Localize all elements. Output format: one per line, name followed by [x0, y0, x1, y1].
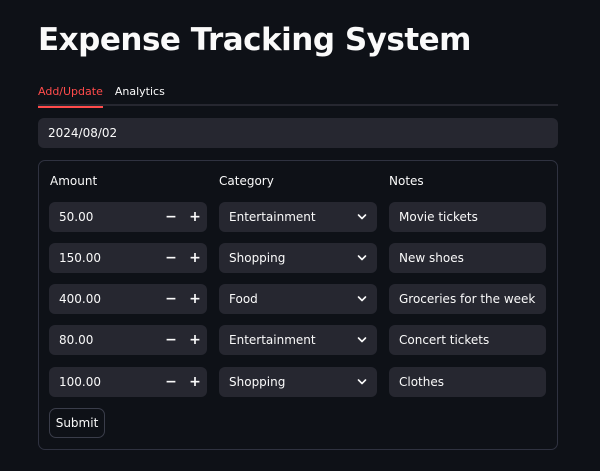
- amount-value: 400.00: [59, 292, 101, 306]
- category-column-label: Category: [219, 174, 274, 188]
- amount-stepper[interactable]: 100.00 − +: [49, 367, 207, 397]
- category-select[interactable]: Food: [219, 284, 377, 314]
- app-page: Expense Tracking System Add/Update Analy…: [0, 0, 600, 471]
- category-value: Entertainment: [229, 210, 316, 224]
- tab-bar: Add/Update Analytics: [38, 84, 558, 108]
- amount-column-label: Amount: [50, 174, 98, 188]
- category-value: Food: [229, 292, 258, 306]
- notes-input[interactable]: Concert tickets: [389, 325, 546, 355]
- notes-input[interactable]: Clothes: [389, 367, 546, 397]
- increment-button[interactable]: +: [186, 367, 204, 397]
- category-select[interactable]: Shopping: [219, 243, 377, 273]
- page-title: Expense Tracking System: [38, 22, 471, 58]
- increment-button[interactable]: +: [186, 325, 204, 355]
- category-select[interactable]: Entertainment: [219, 202, 377, 232]
- tab-analytics[interactable]: Analytics: [115, 84, 165, 106]
- category-select[interactable]: Shopping: [219, 367, 377, 397]
- amount-stepper[interactable]: 50.00 − +: [49, 202, 207, 232]
- amount-stepper[interactable]: 400.00 − +: [49, 284, 207, 314]
- chevron-down-icon: [357, 255, 367, 261]
- notes-value: Movie tickets: [399, 210, 478, 224]
- category-value: Shopping: [229, 375, 286, 389]
- decrement-button[interactable]: −: [162, 202, 180, 232]
- date-input[interactable]: 2024/08/02: [38, 118, 558, 148]
- submit-button[interactable]: Submit: [49, 408, 105, 438]
- increment-button[interactable]: +: [186, 202, 204, 232]
- chevron-down-icon: [357, 214, 367, 220]
- expense-form: Amount Category Notes 50.00− + Entertainme…: [38, 160, 558, 450]
- amount-value: 80.00: [59, 333, 94, 347]
- amount-value: 50.00: [59, 210, 94, 224]
- amount-stepper[interactable]: 80.00 − +: [49, 325, 207, 355]
- decrement-button[interactable]: −: [162, 367, 180, 397]
- chevron-down-icon: [357, 379, 367, 385]
- notes-input[interactable]: Groceries for the week: [389, 284, 546, 314]
- tab-add-update[interactable]: Add/Update: [38, 84, 103, 108]
- notes-value: Clothes: [399, 375, 444, 389]
- notes-input[interactable]: New shoes: [389, 243, 546, 273]
- amount-stepper[interactable]: 150.00 − +: [49, 243, 207, 273]
- category-select[interactable]: Entertainment: [219, 325, 377, 355]
- notes-input[interactable]: Movie tickets: [389, 202, 546, 232]
- decrement-button[interactable]: −: [162, 325, 180, 355]
- notes-value: Concert tickets: [399, 333, 490, 347]
- category-value: Shopping: [229, 251, 286, 265]
- decrement-button[interactable]: −: [162, 243, 180, 273]
- increment-button[interactable]: +: [186, 284, 204, 314]
- notes-value: New shoes: [399, 251, 464, 265]
- notes-value: Groceries for the week: [399, 292, 536, 306]
- amount-value: 100.00: [59, 375, 101, 389]
- chevron-down-icon: [357, 296, 367, 302]
- increment-button[interactable]: +: [186, 243, 204, 273]
- decrement-button[interactable]: −: [162, 284, 180, 314]
- notes-column-label: Notes: [389, 174, 424, 188]
- chevron-down-icon: [357, 337, 367, 343]
- amount-value: 150.00: [59, 251, 101, 265]
- category-value: Entertainment: [229, 333, 316, 347]
